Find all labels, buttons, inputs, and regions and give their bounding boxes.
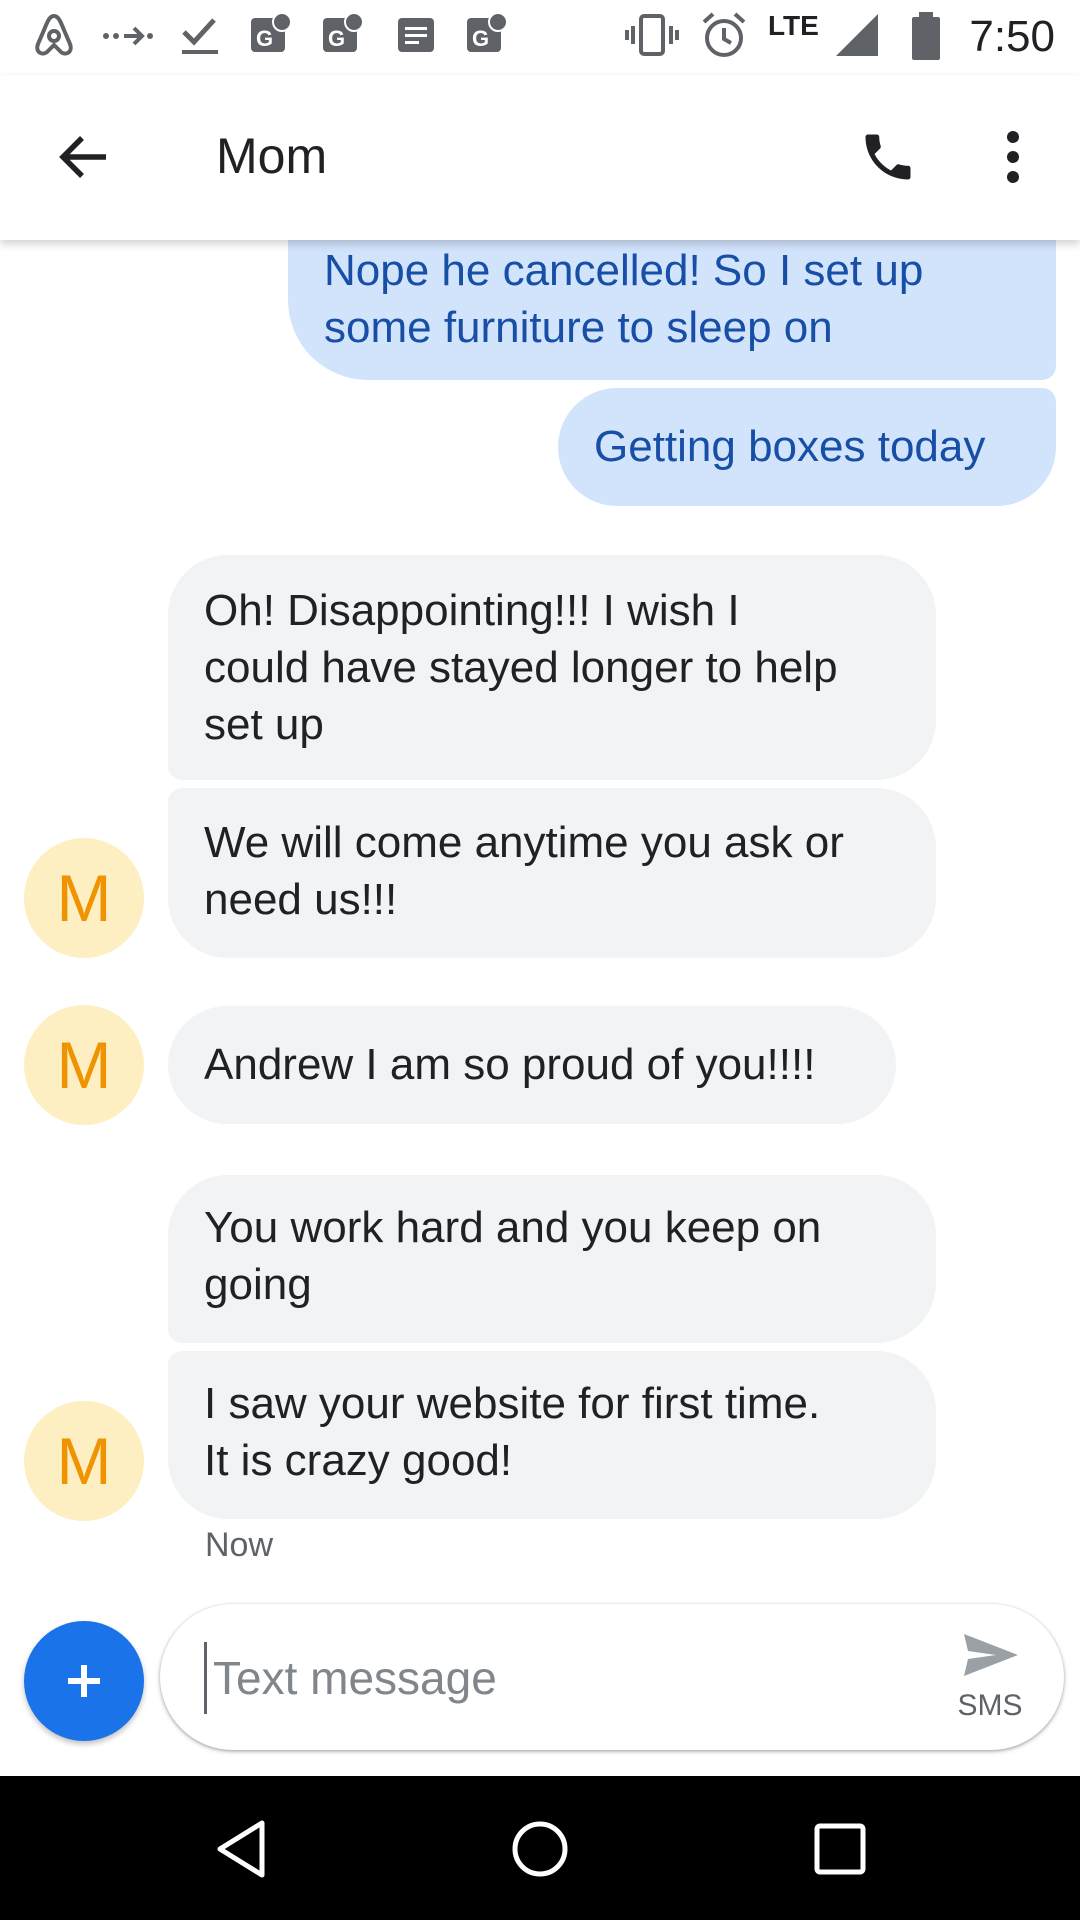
status-bar: G G G LTE 7:50 (0, 0, 1080, 75)
network-type-label: LTE (768, 10, 819, 41)
compose-bar: SMS (160, 1604, 1064, 1750)
message-text-line: I saw your website for first time. (204, 1379, 821, 1428)
google-maps-icon: G (251, 12, 292, 52)
send-button[interactable]: SMS (940, 1630, 1040, 1723)
outgoing-message-bubble[interactable]: Getting boxes today (558, 388, 1056, 506)
recents-square-icon[interactable] (812, 1818, 868, 1880)
home-circle-icon[interactable] (510, 1818, 570, 1880)
system-navigation-bar (0, 1776, 1080, 1920)
alarm-icon (702, 12, 746, 57)
message-text-line: could have stayed longer to help (204, 643, 838, 692)
phone-icon[interactable] (858, 127, 918, 187)
message-text-line: need us!!! (204, 875, 398, 924)
airbnb-icon (35, 13, 73, 56)
outgoing-message-bubble[interactable]: Nope he cancelled! So I set up some furn… (288, 240, 1056, 380)
vibrate-icon (625, 14, 679, 56)
message-text-line: some furniture to sleep on (324, 303, 833, 352)
message-text-line: Getting boxes today (594, 422, 986, 471)
incoming-message-bubble[interactable]: I saw your website for first time. It is… (168, 1351, 936, 1519)
message-timestamp: Now (205, 1526, 274, 1564)
svg-text:G: G (328, 26, 345, 51)
plus-icon (68, 1665, 100, 1697)
message-text-line: Nope he cancelled! So I set up (324, 246, 924, 295)
google-maps-icon: G (467, 12, 508, 52)
conversation-title[interactable]: Mom (216, 127, 327, 185)
forward-dots-icon (103, 26, 153, 46)
message-text-line: You work hard and you keep on (204, 1203, 822, 1252)
arrow-back-icon[interactable] (56, 129, 112, 185)
add-attachment-button[interactable] (24, 1621, 144, 1741)
status-time: 7:50 (969, 12, 1055, 61)
incoming-message-bubble[interactable]: You work hard and you keep on going (168, 1175, 936, 1343)
send-icon (964, 1634, 1018, 1676)
message-text-line: Oh! Disappointing!!! I wish I (204, 586, 740, 635)
send-type-label: SMS (957, 1689, 1023, 1722)
avatar[interactable]: M (24, 838, 144, 958)
incoming-message-bubble[interactable]: Oh! Disappointing!!! I wish I could have… (168, 555, 936, 780)
google-maps-icon: G (323, 12, 364, 52)
message-input[interactable] (204, 1642, 915, 1714)
message-text-line: We will come anytime you ask or (204, 818, 844, 867)
check-icon (182, 18, 218, 54)
avatar[interactable]: M (24, 1401, 144, 1521)
signal-icon (836, 14, 878, 56)
messages-icon (398, 18, 434, 52)
avatar[interactable]: M (24, 1005, 144, 1125)
battery-icon (912, 12, 940, 60)
incoming-message-bubble[interactable]: We will come anytime you ask or need us!… (168, 788, 936, 958)
svg-text:G: G (472, 26, 489, 51)
message-text-line: going (204, 1260, 312, 1309)
svg-text:G: G (256, 26, 273, 51)
message-list[interactable]: Nope he cancelled! So I set up some furn… (0, 240, 1080, 1595)
app-bar: Mom (0, 75, 1080, 240)
message-text-line: Andrew I am so proud of you!!!! (204, 1040, 816, 1089)
message-text-line: set up (204, 700, 324, 749)
message-text-line: It is crazy good! (204, 1436, 513, 1485)
incoming-message-bubble[interactable]: Andrew I am so proud of you!!!! (168, 1006, 896, 1124)
back-triangle-icon[interactable] (212, 1818, 272, 1880)
more-vert-icon[interactable] (995, 127, 1031, 187)
